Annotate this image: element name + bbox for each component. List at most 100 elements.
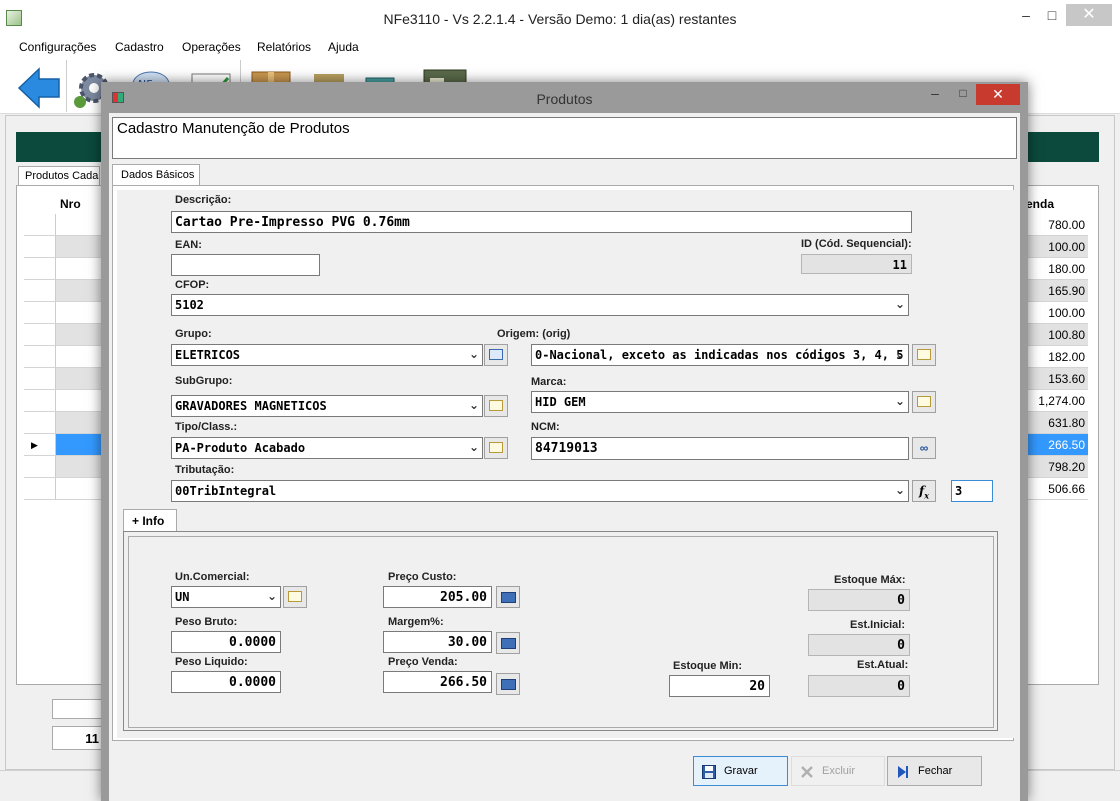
menu-configuracoes[interactable]: Configurações	[19, 40, 96, 54]
row-venda-value[interactable]: 180.00	[1022, 258, 1088, 280]
dialog-minimize-button[interactable]: –	[928, 86, 942, 100]
peso-bruto-field[interactable]: 0.0000	[171, 631, 281, 653]
menu-relatorios[interactable]: Relatórios	[257, 40, 311, 54]
margem-field[interactable]: 30.00	[383, 631, 492, 653]
table-row[interactable]	[56, 258, 102, 280]
descricao-label: Descrição:	[175, 194, 232, 206]
menu-operacoes[interactable]: Operações	[182, 40, 241, 54]
row-venda-value[interactable]: 165.90	[1022, 280, 1088, 302]
row-indicator[interactable]	[24, 412, 56, 434]
form-header: Cadastro Manutenção de Produtos	[112, 117, 1017, 159]
row-indicator[interactable]	[24, 324, 56, 346]
row-indicator[interactable]	[24, 390, 56, 412]
menubar: Configurações Cadastro Operações Relatór…	[0, 36, 1120, 58]
excluir-label: Excluir	[822, 765, 856, 777]
row-venda-value[interactable]: 100.00	[1022, 302, 1088, 324]
row-indicator[interactable]	[24, 368, 56, 390]
calculator-icon[interactable]	[496, 632, 520, 654]
table-row[interactable]	[56, 456, 102, 478]
row-indicator[interactable]: ▶	[24, 434, 56, 456]
id-label: ID (Cód. Sequencial):	[801, 238, 912, 250]
table-row[interactable]	[56, 346, 102, 368]
table-row[interactable]	[56, 214, 102, 236]
peso-liquido-label: Peso Liquido:	[175, 656, 248, 668]
marca-lookup-button[interactable]	[912, 391, 936, 413]
fechar-label: Fechar	[918, 765, 953, 777]
menu-ajuda[interactable]: Ajuda	[328, 40, 359, 54]
cfop-select[interactable]: 5102 ⌄	[171, 294, 909, 316]
chevron-down-icon: ⌄	[468, 440, 479, 454]
row-venda-value[interactable]: 798.20	[1022, 456, 1088, 478]
tributacao-select[interactable]: 00TribIntegral ⌄	[171, 480, 909, 502]
origem-lookup-button[interactable]	[912, 344, 936, 366]
table-row[interactable]	[56, 324, 102, 346]
column-header-nro[interactable]: Nro	[60, 192, 100, 214]
row-venda-value[interactable]: 266.50	[1022, 434, 1088, 456]
function-icon[interactable]: fx	[912, 480, 936, 502]
ean-field[interactable]	[171, 254, 320, 276]
tributacao-code-field[interactable]: 3	[951, 480, 993, 502]
table-row[interactable]	[56, 280, 102, 302]
maximize-button[interactable]: □	[1038, 6, 1066, 26]
dialog-close-button[interactable]: ✕	[976, 84, 1020, 105]
row-venda-value[interactable]: 100.80	[1022, 324, 1088, 346]
table-row[interactable]	[56, 412, 102, 434]
row-indicator[interactable]	[24, 302, 56, 324]
row-venda-value[interactable]: 780.00	[1022, 214, 1088, 236]
gravar-button[interactable]: Gravar	[693, 756, 788, 786]
close-button[interactable]: ✕	[1066, 4, 1112, 26]
un-comercial-lookup-button[interactable]	[283, 586, 307, 608]
filter-field[interactable]	[52, 699, 102, 719]
table-row[interactable]	[56, 434, 102, 456]
tab-mais-info[interactable]: + Info	[123, 509, 177, 532]
dialog-maximize-button[interactable]: □	[955, 87, 971, 100]
tab-produtos-cadastrados[interactable]: Produtos Cadast	[18, 166, 100, 186]
table-row[interactable]	[56, 236, 102, 258]
tab-dados-basicos[interactable]: Dados Básicos	[112, 164, 200, 186]
column-header-venda[interactable]: enda	[1026, 192, 1088, 214]
chevron-down-icon: ⌄	[468, 347, 479, 361]
table-row[interactable]	[56, 478, 102, 500]
origem-label: Origem: (orig)	[497, 328, 571, 340]
fechar-button[interactable]: Fechar	[887, 756, 982, 786]
calculator-icon[interactable]	[496, 586, 520, 608]
row-indicator[interactable]	[24, 258, 56, 280]
tipo-select[interactable]: PA-Produto Acabado ⌄	[171, 437, 483, 459]
subgrupo-lookup-button[interactable]	[484, 395, 508, 417]
table-row[interactable]	[56, 390, 102, 412]
menu-cadastro[interactable]: Cadastro	[115, 40, 164, 54]
row-indicator[interactable]	[24, 236, 56, 258]
search-folder-icon	[288, 591, 302, 602]
row-indicator[interactable]	[24, 478, 56, 500]
subgrupo-select[interactable]: GRAVADORES MAGNETICOS ⌄	[171, 395, 483, 417]
tipo-lookup-button[interactable]	[484, 437, 508, 459]
descricao-field[interactable]: Cartao Pre-Impresso PVG 0.76mm	[171, 211, 912, 233]
estoque-min-field[interactable]: 20	[669, 675, 770, 697]
row-venda-value[interactable]: 506.66	[1022, 478, 1088, 500]
un-comercial-value: UN	[175, 590, 190, 604]
row-venda-value[interactable]: 153.60	[1022, 368, 1088, 390]
row-indicator[interactable]	[24, 280, 56, 302]
binoculars-icon[interactable]: ∞	[912, 437, 936, 459]
ncm-field[interactable]: 84719013	[531, 437, 909, 460]
row-venda-value[interactable]: 182.00	[1022, 346, 1088, 368]
row-indicator[interactable]	[24, 346, 56, 368]
peso-liquido-field[interactable]: 0.0000	[171, 671, 281, 693]
marca-select[interactable]: HID GEM ⌄	[531, 391, 909, 413]
row-venda-value[interactable]: 631.80	[1022, 412, 1088, 434]
back-arrow-icon[interactable]	[17, 66, 61, 110]
row-indicator[interactable]	[24, 214, 56, 236]
row-venda-value[interactable]: 1,274.00	[1022, 390, 1088, 412]
preco-venda-field[interactable]: 266.50	[383, 671, 492, 693]
minimize-button[interactable]: –	[1012, 6, 1040, 26]
calculator-icon[interactable]	[496, 673, 520, 695]
origem-select[interactable]: 0-Nacional, exceto as indicadas nos códi…	[531, 344, 909, 366]
table-row[interactable]	[56, 368, 102, 390]
un-comercial-select[interactable]: UN ⌄	[171, 586, 281, 608]
row-indicator[interactable]	[24, 456, 56, 478]
preco-custo-field[interactable]: 205.00	[383, 586, 492, 608]
row-venda-value[interactable]: 100.00	[1022, 236, 1088, 258]
table-row[interactable]	[56, 302, 102, 324]
grupo-lookup-button[interactable]	[484, 344, 508, 366]
grupo-select[interactable]: ELETRICOS ⌄	[171, 344, 483, 366]
